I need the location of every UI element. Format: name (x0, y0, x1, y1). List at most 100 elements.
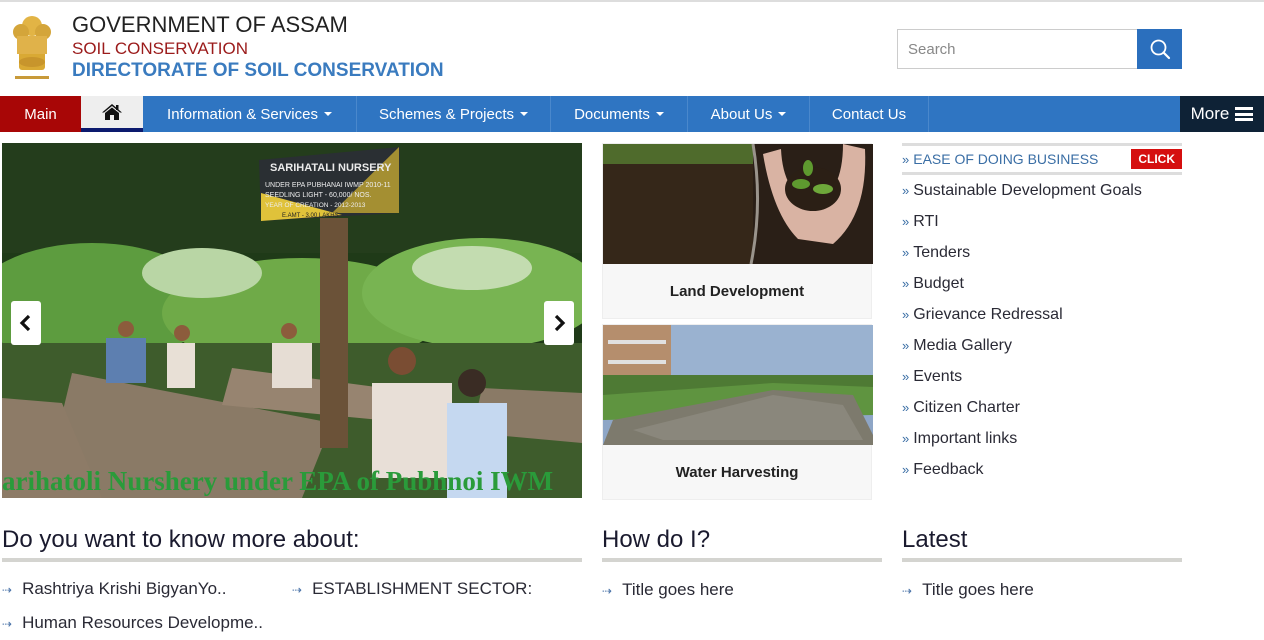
quick-link-important-links[interactable]: » Important links (902, 423, 1182, 454)
gov-title: GOVERNMENT OF ASSAM (72, 12, 348, 37)
dotted-arrow-icon: ⇢ (902, 584, 913, 598)
quick-link-budget[interactable]: » Budget (902, 268, 1182, 299)
quick-link-media-gallery[interactable]: » Media Gallery (902, 330, 1182, 361)
nav-label: About Us (710, 105, 773, 123)
double-chevron-icon: » (902, 307, 910, 322)
slide-caption: arihatoli Nurshery under EPA of Pubhnoi … (2, 466, 554, 496)
section-divider (2, 558, 582, 562)
link-label: Title goes here (622, 580, 734, 599)
sign-line-3: SEEDLING LIGHT - 60,000/ NOS. (265, 192, 372, 199)
quick-link-events[interactable]: » Events (902, 361, 1182, 392)
dept-subtitle: SOIL CONSERVATION (72, 39, 249, 58)
link-latest-item[interactable]: ⇢ Title goes here (902, 580, 1034, 600)
link-label: Rashtriya Krishi BigyanYo.. (22, 579, 227, 598)
link-label: Title goes here (922, 580, 1034, 599)
soil-photo (603, 144, 873, 264)
quick-link-feedback[interactable]: » Feedback (902, 454, 1182, 485)
dotted-arrow-icon: ⇢ (2, 583, 13, 597)
hamburger-icon (1235, 107, 1254, 121)
link-human-resources[interactable]: ⇢ Human Resources Developme.. (2, 613, 263, 633)
search-input[interactable] (897, 29, 1138, 69)
tile-water-harvesting[interactable]: Water Harvesting (602, 324, 873, 500)
tile-label: Water Harvesting (675, 463, 799, 481)
double-chevron-icon: » (902, 152, 910, 167)
caret-down-icon (655, 112, 664, 116)
double-chevron-icon: » (902, 245, 910, 260)
quick-link-label: Events (913, 367, 963, 385)
ease-label-wrap: » EASE OF DOING BUSINESS (902, 151, 1098, 167)
section-divider (602, 558, 882, 562)
nav-label: Schemes & Projects (378, 105, 515, 123)
double-chevron-icon: » (902, 369, 910, 384)
image-slider: SARIHATALI NURSERY UNDER EPA PUBHANAI IW… (2, 143, 582, 498)
link-label: Human Resources Developme.. (22, 613, 264, 632)
home-icon (102, 104, 122, 120)
caret-down-icon (520, 112, 529, 116)
quick-link-tenders[interactable]: » Tenders (902, 237, 1182, 268)
nav-more-button[interactable]: More (1180, 96, 1264, 132)
slider-prev-button[interactable] (11, 301, 41, 345)
search-button[interactable] (1137, 29, 1182, 69)
more-label: More (1190, 104, 1230, 123)
quick-link-label: RTI (913, 212, 939, 230)
link-establishment-sector[interactable]: ⇢ ESTABLISHMENT SECTOR: (292, 579, 532, 599)
how-do-i-section: How do I? ⇢ Title goes here (602, 523, 882, 599)
tile-image (603, 144, 873, 264)
nav-contact-us[interactable]: Contact Us (810, 96, 929, 132)
click-badge[interactable]: CLICK (1131, 149, 1182, 169)
link-rashtriya-krishi[interactable]: ⇢ Rashtriya Krishi BigyanYo.. (2, 579, 226, 599)
quick-link-label: Grievance Redressal (913, 305, 1063, 323)
quick-link-rti[interactable]: » RTI (902, 206, 1182, 237)
nav-schemes-projects[interactable]: Schemes & Projects (357, 96, 551, 132)
nav-main[interactable]: Main (0, 96, 81, 132)
double-chevron-icon: » (902, 400, 910, 415)
slider-next-button[interactable] (544, 301, 574, 345)
dotted-arrow-icon: ⇢ (2, 617, 13, 631)
double-chevron-icon: » (902, 338, 910, 353)
section-title: Latest (902, 526, 968, 553)
double-chevron-icon: » (902, 276, 910, 291)
slide-photo: SARIHATALI NURSERY UNDER EPA PUBHANAI IW… (2, 143, 582, 498)
link-how-do-i-item[interactable]: ⇢ Title goes here (602, 580, 734, 600)
section-divider (902, 558, 1182, 562)
nav-about-us[interactable]: About Us (688, 96, 810, 132)
double-chevron-icon: » (902, 214, 910, 229)
tile-label: Land Development (669, 282, 805, 300)
nav-home[interactable] (81, 96, 143, 132)
nav-documents[interactable]: Documents (551, 96, 688, 132)
tile-image (603, 325, 873, 445)
latest-section: Latest ⇢ Title goes here (902, 523, 1182, 599)
pond-photo (603, 325, 873, 445)
ease-of-doing-business-link[interactable]: » EASE OF DOING BUSINESS CLICK (902, 143, 1182, 175)
quick-link-label: Feedback (913, 460, 984, 478)
quick-link-label: Budget (913, 274, 964, 292)
quick-link-label: Media Gallery (913, 336, 1012, 354)
tile-land-development[interactable]: Land Development (602, 143, 873, 319)
quick-link-sustainable-development-goals[interactable]: » Sustainable Development Goals (902, 175, 1182, 206)
sign-line-5: E.AMT - 3.00 LAKHS (282, 213, 339, 219)
state-emblem-icon[interactable] (9, 10, 55, 86)
caret-down-icon (323, 112, 332, 116)
quick-link-grievance-redressal[interactable]: » Grievance Redressal (902, 299, 1182, 330)
dotted-arrow-icon: ⇢ (292, 583, 303, 597)
link-label: ESTABLISHMENT SECTOR: (312, 579, 533, 598)
search-box (897, 29, 1182, 69)
sign-line-1: SARIHATALI NURSERY (270, 162, 392, 174)
search-icon (1150, 39, 1170, 60)
double-chevron-icon: » (902, 431, 910, 446)
quick-link-label: Tenders (913, 243, 971, 261)
nav-label: Information & Services (167, 105, 318, 123)
sign-line-2: UNDER EPA PUBHANAI IWMP 2010-11 (265, 182, 391, 189)
quick-link-citizen-charter[interactable]: » Citizen Charter (902, 392, 1182, 423)
nav-information-services[interactable]: Information & Services (143, 96, 357, 132)
chevron-left-icon (19, 314, 31, 332)
section-title: How do I? (602, 526, 711, 553)
nav-label: Contact Us (831, 105, 907, 123)
double-chevron-icon: » (902, 183, 910, 198)
double-chevron-icon: » (902, 462, 910, 477)
ease-label: EASE OF DOING BUSINESS (913, 151, 1099, 167)
sign-line-4: YEAR OF CREATION - 2012-2013 (265, 202, 366, 209)
quick-link-label: Sustainable Development Goals (913, 181, 1142, 199)
nav-label: Documents (574, 105, 650, 123)
directorate-title[interactable]: DIRECTORATE OF SOIL CONSERVATION (72, 60, 444, 82)
